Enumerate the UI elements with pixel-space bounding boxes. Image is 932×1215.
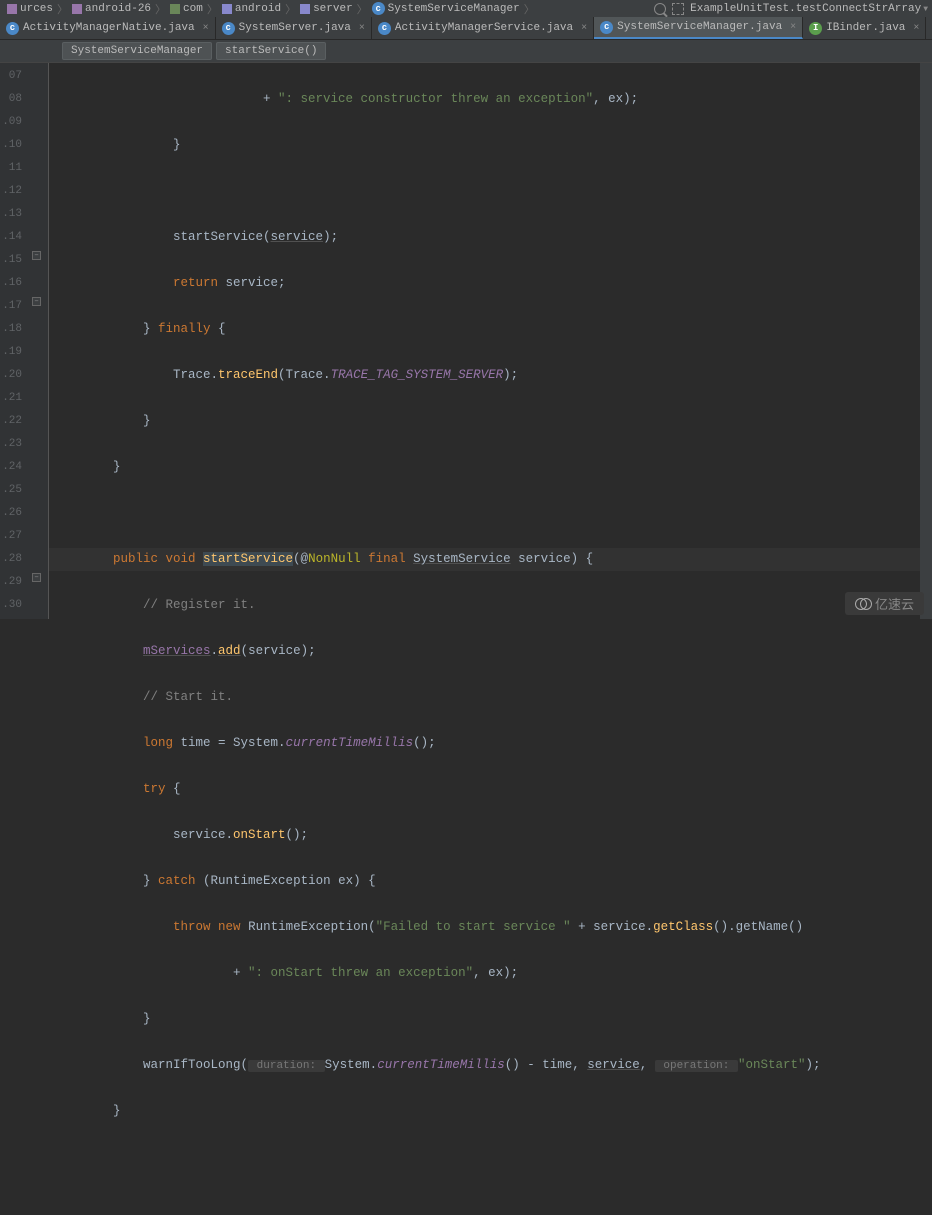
close-icon[interactable]: × [790, 22, 796, 33]
close-icon[interactable]: × [203, 23, 209, 34]
vertical-scrollbar[interactable] [920, 63, 932, 619]
fold-gutter[interactable]: – – – [28, 63, 48, 619]
fold-start-icon[interactable]: – [32, 297, 41, 306]
breadcrumb-item[interactable]: android [219, 3, 284, 15]
class-icon: c [222, 22, 235, 35]
editor-container: 0708.09.1011.12.13.14.15.16.17.18.19.20.… [0, 63, 932, 619]
nav-method[interactable]: startService() [216, 42, 326, 60]
run-configuration-selector[interactable]: ExampleUnitTest.testConnectStrArray▼ [690, 3, 928, 15]
editor-tabs: cActivityManagerNative.java× cSystemServ… [0, 17, 932, 40]
close-icon[interactable]: × [359, 23, 365, 34]
class-icon: c [378, 22, 391, 35]
close-icon[interactable]: × [581, 23, 587, 34]
lib-icon [72, 4, 82, 14]
class-icon: c [6, 22, 19, 35]
breadcrumb-item[interactable]: server [297, 3, 356, 15]
class-icon: c [600, 21, 613, 34]
fold-end-icon[interactable]: – [32, 573, 41, 582]
coverage-icon[interactable] [672, 3, 684, 15]
nav-class[interactable]: SystemServiceManager [62, 42, 212, 60]
watermark-logo-icon [855, 598, 871, 610]
search-icon[interactable] [654, 3, 666, 15]
breadcrumb-item[interactable]: android-26 [69, 3, 154, 15]
tab-system-server[interactable]: cSystemServer.java× [216, 17, 372, 39]
code-editor[interactable]: + ": service constructor threw an except… [49, 63, 920, 619]
interface-icon: I [809, 22, 822, 35]
watermark: 亿速云 [845, 592, 924, 615]
breadcrumb-item[interactable]: com [167, 3, 206, 15]
tab-activity-manager-native[interactable]: cActivityManagerNative.java× [0, 17, 216, 39]
class-icon: c [372, 2, 385, 15]
structure-nav-bar: SystemServiceManager startService() [0, 40, 932, 63]
close-icon[interactable]: × [913, 23, 919, 34]
tab-activity-manager-service[interactable]: cActivityManagerService.java× [372, 17, 594, 39]
breadcrumb-item[interactable]: urces [4, 3, 56, 15]
line-number-gutter[interactable]: 0708.09.1011.12.13.14.15.16.17.18.19.20.… [0, 63, 28, 619]
breadcrumbs-bar: urces〉 android-26〉 com〉 android〉 server〉… [0, 0, 932, 17]
tab-system-service-manager[interactable]: cSystemServiceManager.java× [594, 17, 803, 39]
tab-ibinder[interactable]: IIBinder.java× [803, 17, 926, 39]
folder-icon [170, 4, 180, 14]
breadcrumb-item[interactable]: cSystemServiceManager [369, 2, 523, 15]
package-icon [300, 4, 310, 14]
fold-end-icon[interactable]: – [32, 251, 41, 260]
package-icon [222, 4, 232, 14]
lib-icon [7, 4, 17, 14]
chevron-down-icon: ▼ [923, 5, 928, 14]
